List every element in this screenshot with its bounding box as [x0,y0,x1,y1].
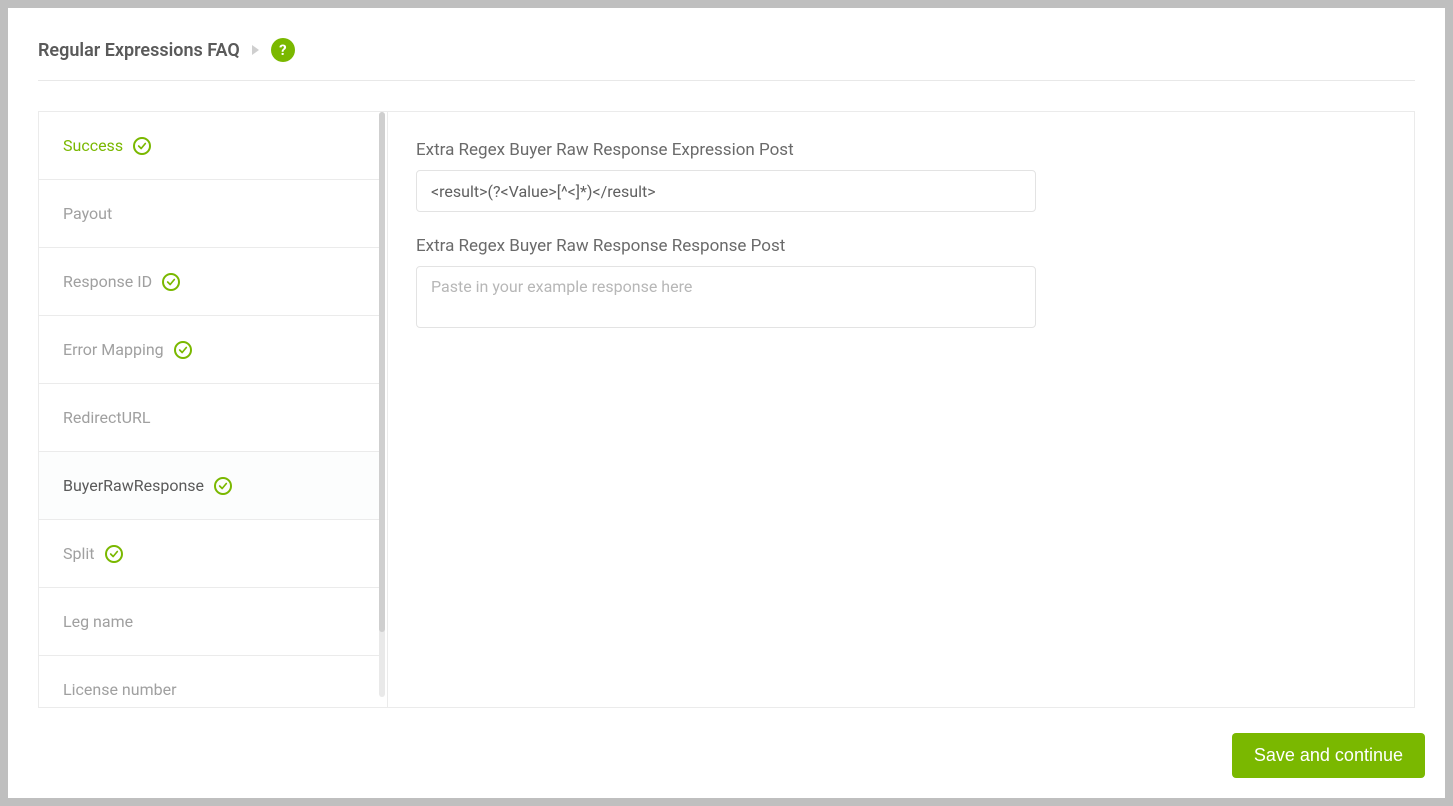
check-circle-icon [133,137,151,155]
check-circle-icon [174,341,192,359]
check-circle-icon [214,477,232,495]
sidebar-item-error-mapping[interactable]: Error Mapping [39,316,379,384]
sidebar-item-leg-name[interactable]: Leg name [39,588,379,656]
expression-input[interactable] [416,170,1036,212]
response-textarea[interactable] [416,266,1036,328]
expression-field-group: Extra Regex Buyer Raw Response Expressio… [416,140,1036,212]
sidebar-item-label: License number [63,682,177,698]
sidebar-scroll[interactable]: Success Payout Response ID Error Mapping Red… [39,112,379,707]
sidebar-item-label: Payout [63,206,112,222]
save-and-continue-button[interactable]: Save and continue [1232,733,1425,778]
response-field-group: Extra Regex Buyer Raw Response Response … [416,236,1036,332]
response-label: Extra Regex Buyer Raw Response Response … [416,236,1036,256]
sidebar-item-redirecturl[interactable]: RedirectURL [39,384,379,452]
expression-label: Extra Regex Buyer Raw Response Expressio… [416,140,1036,160]
sidebar-item-label: Error Mapping [63,342,164,358]
caret-right-icon [252,45,259,55]
page-title: Regular Expressions FAQ [38,40,240,61]
sidebar-item-split[interactable]: Split [39,520,379,588]
check-circle-icon [162,273,180,291]
scrollbar-track[interactable] [379,112,385,697]
sidebar-item-payout[interactable]: Payout [39,180,379,248]
check-circle-icon [105,545,123,563]
main-panel: Extra Regex Buyer Raw Response Expressio… [387,112,1414,707]
sidebar-item-license-number[interactable]: License number [39,656,379,707]
config-window: Regular Expressions FAQ ? Success Payout R… [8,8,1445,798]
page-header: Regular Expressions FAQ ? [38,38,1415,81]
scrollbar-thumb[interactable] [379,112,385,632]
sidebar-item-label: Response ID [63,274,152,290]
sidebar-item-buyerrawresponse[interactable]: BuyerRawResponse [39,452,379,520]
sidebar-item-label: BuyerRawResponse [63,478,204,494]
help-icon[interactable]: ? [271,38,295,62]
sidebar-item-response-id[interactable]: Response ID [39,248,379,316]
sidebar-item-label: RedirectURL [63,410,150,426]
sidebar-item-label: Split [63,546,95,562]
sidebar: Success Payout Response ID Error Mapping Red… [39,112,379,707]
sidebar-item-label: Leg name [63,614,133,630]
sidebar-item-success[interactable]: Success [39,112,379,180]
content-area: Success Payout Response ID Error Mapping Red… [38,111,1415,708]
sidebar-item-label: Success [63,138,123,154]
